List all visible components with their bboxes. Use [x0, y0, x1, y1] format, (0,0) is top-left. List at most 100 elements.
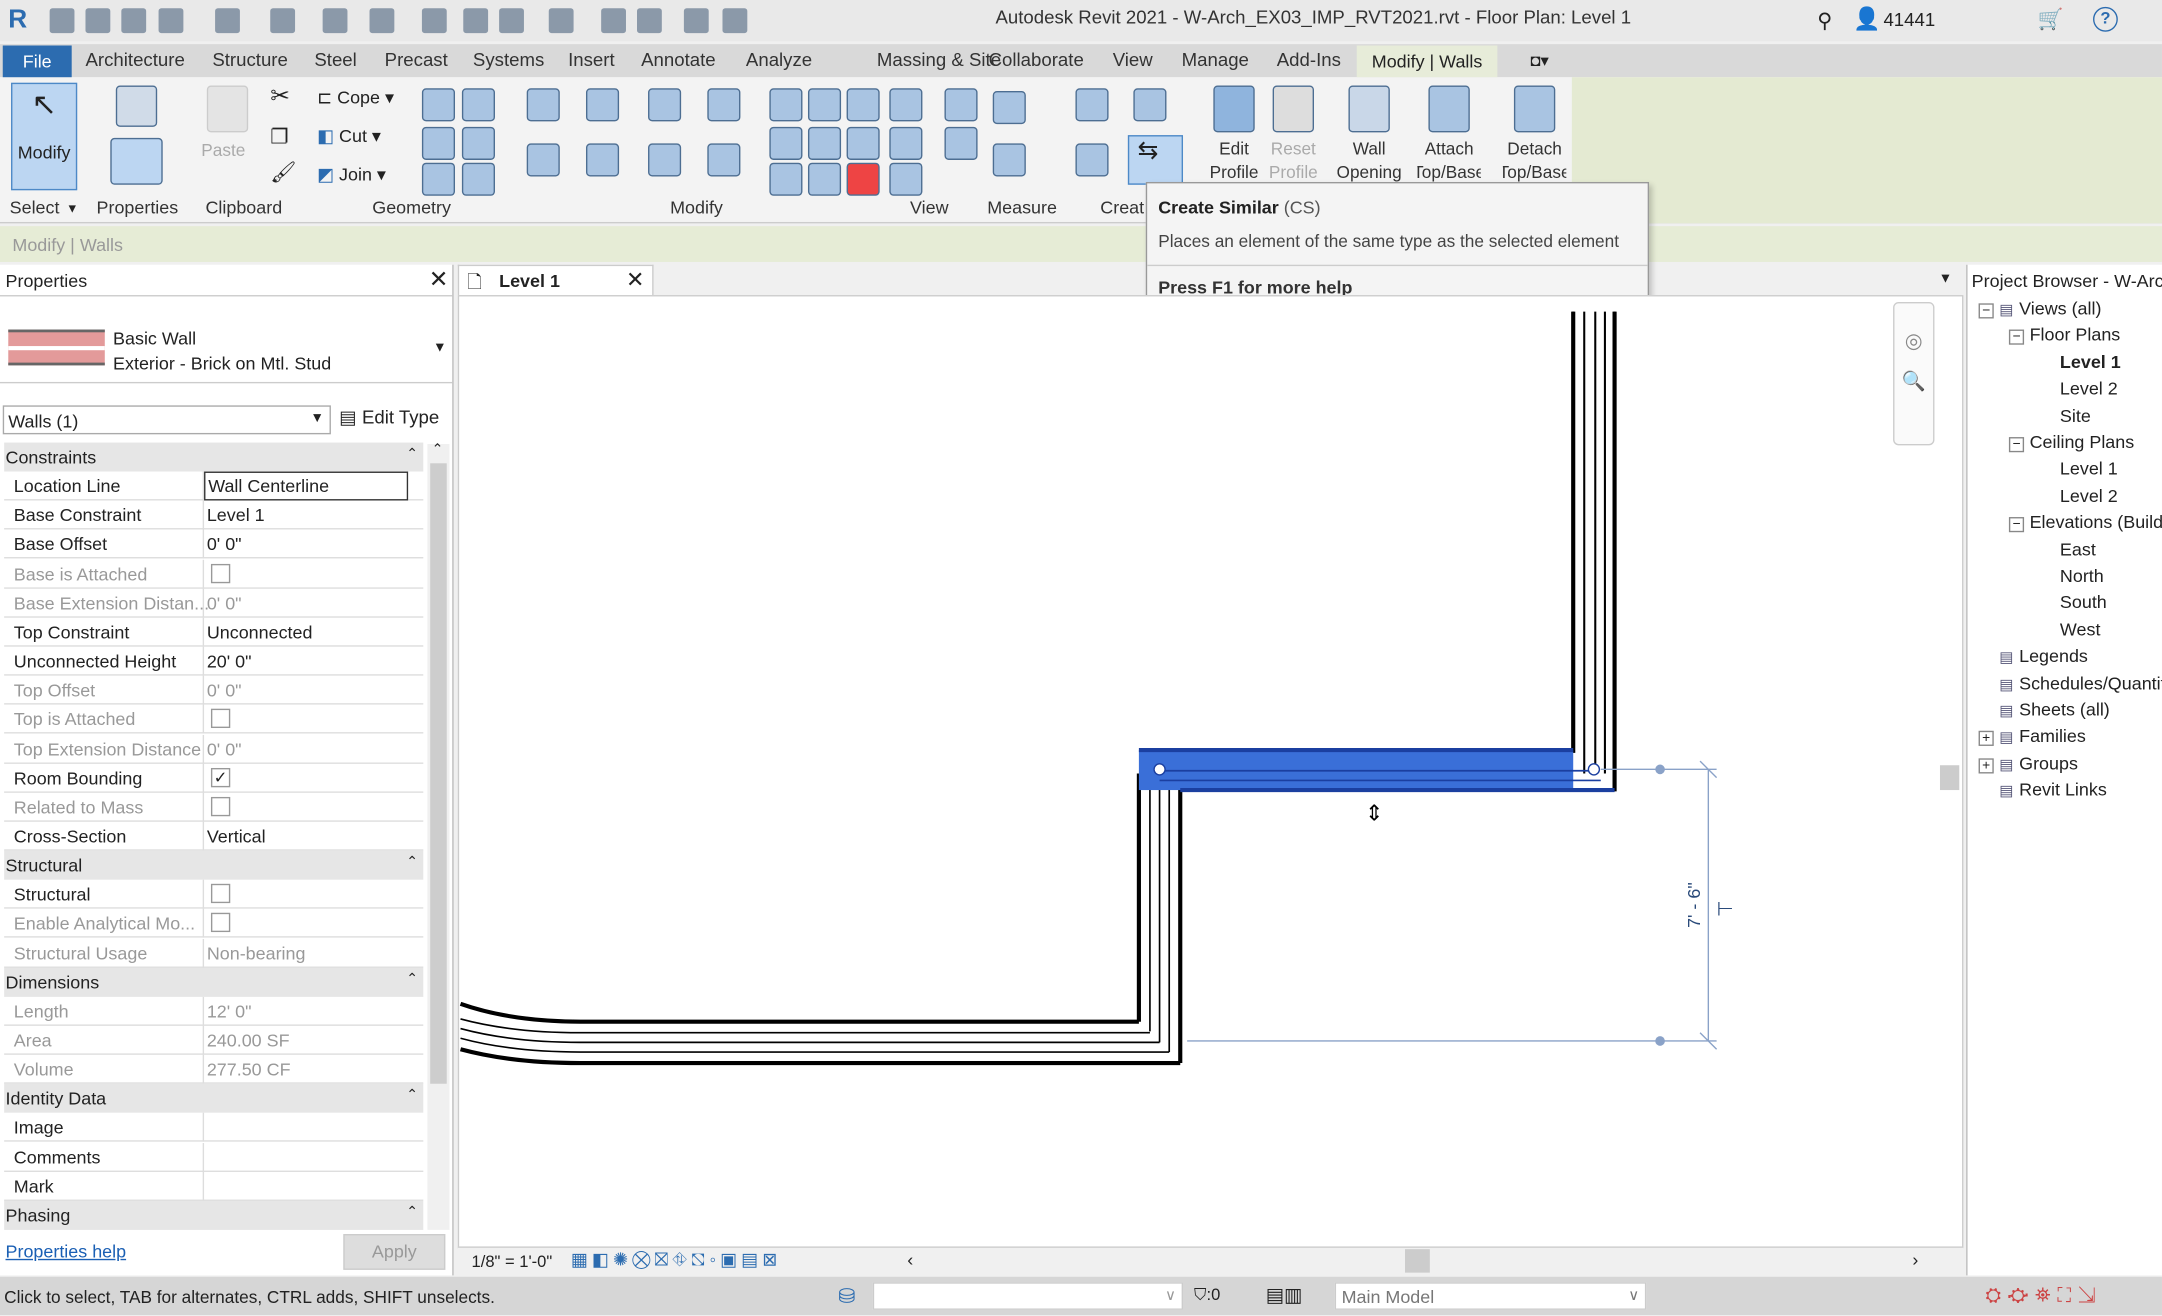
tool-icon[interactable]	[461, 126, 495, 160]
filter-count[interactable]: ⛉:0	[1194, 1285, 1220, 1306]
cut-button[interactable]: ◧ Cut ▾	[317, 125, 381, 147]
create-similar-button[interactable]: ⇆	[1127, 135, 1184, 185]
tool-icon[interactable]	[707, 143, 741, 177]
group-structural[interactable]: Structural ⌃	[4, 850, 424, 880]
group-identity-data[interactable]: Identity Data ⌃	[4, 1084, 424, 1114]
tool-icon[interactable]	[769, 126, 803, 160]
property-value[interactable]: 0' 0"	[207, 738, 242, 759]
design-option-dropdown[interactable]: Main Model ∨	[1334, 1282, 1647, 1310]
collapse-icon[interactable]: −	[2008, 517, 2025, 533]
collapse-icon[interactable]: −	[2008, 437, 2025, 453]
copy-icon[interactable]: ❐	[270, 124, 289, 148]
selection-options-icons[interactable]: ⛭⛮⛯⛶⇲	[1985, 1284, 2102, 1307]
steering-wheel-icon[interactable]: ◎	[1894, 328, 1933, 353]
instance-filter-dropdown[interactable]: Walls (1) ▼	[2, 405, 331, 435]
tool-icon[interactable]	[807, 162, 842, 196]
scale-selector[interactable]: 1/8" = 1'-0"	[472, 1252, 553, 1271]
property-value[interactable]: Wall Centerline	[204, 471, 409, 501]
quick-access-icon[interactable]	[637, 8, 662, 34]
tool-icon[interactable]	[846, 126, 880, 160]
property-value[interactable]: Vertical	[207, 826, 266, 847]
tree-node[interactable]: −Elevations (Building Elevation)	[2008, 512, 2162, 533]
close-icon[interactable]: ✕	[626, 266, 644, 294]
tool-icon[interactable]	[889, 88, 923, 122]
quick-access-icon[interactable]	[215, 8, 240, 34]
scroll-up-icon[interactable]: ⌃	[432, 443, 444, 458]
detach-top-base-button[interactable]: Detach Top/Base	[1503, 83, 1566, 188]
tool-icon[interactable]	[889, 126, 923, 160]
tab-analyze[interactable]: Analyze	[746, 50, 812, 71]
property-value[interactable]: 0' 0"	[207, 593, 242, 614]
modify-button[interactable]: ↖ Modify	[11, 82, 78, 191]
cope-button[interactable]: ⊏ Cope ▾	[317, 87, 394, 109]
property-row[interactable]: Top Extension Distance 0' 0"	[4, 734, 424, 764]
tool-icon[interactable]	[1133, 88, 1167, 122]
tool-icon[interactable]	[807, 88, 842, 122]
tab-view[interactable]: View	[1113, 50, 1153, 71]
collapse-icon[interactable]: ⌃	[406, 447, 418, 462]
horizontal-scrollbar-thumb[interactable]	[1404, 1249, 1430, 1273]
tree-node[interactable]: − Ceiling Plans	[2008, 432, 2134, 453]
paste-icon[interactable]	[206, 85, 249, 133]
select-dropdown-icon[interactable]: ▼	[66, 201, 78, 215]
reset-profile-button[interactable]: Reset Profile	[1262, 83, 1325, 188]
checkbox[interactable]: ✓	[210, 767, 231, 787]
user-id[interactable]: 41441	[1883, 10, 1935, 31]
property-value[interactable]: 277.50 CF	[207, 1059, 291, 1080]
vertical-scrollbar[interactable]	[1937, 302, 1962, 1248]
tool-icon[interactable]	[889, 162, 923, 196]
quick-access-icon[interactable]	[601, 8, 626, 34]
zoom-icon[interactable]: 🔍	[1894, 370, 1933, 393]
tree-node[interactable]: South	[2039, 592, 2107, 613]
floor-plan-canvas[interactable]: ⇕ 7' - 6" ⊢	[459, 296, 1965, 1250]
tool-icon[interactable]	[807, 126, 842, 160]
quick-access-icon[interactable]	[158, 8, 184, 34]
tree-node[interactable]: ▤ Revit Links	[1979, 779, 2107, 800]
tool-icon[interactable]	[992, 91, 1026, 125]
property-row[interactable]: Image	[4, 1113, 424, 1143]
tool-icon[interactable]	[648, 143, 682, 177]
tab-architecture[interactable]: Architecture	[85, 50, 184, 71]
tab-massing-site[interactable]: Massing & Site	[877, 50, 1001, 71]
group-dimensions[interactable]: Dimensions ⌃	[4, 967, 424, 997]
tool-icon[interactable]	[1075, 143, 1109, 177]
quick-access-icon[interactable]	[85, 8, 111, 34]
collapse-icon[interactable]: ⌃	[406, 1205, 418, 1220]
tree-node[interactable]: Level 2	[2039, 485, 2118, 506]
quick-access-icon[interactable]	[421, 8, 447, 34]
collapse-icon[interactable]: −	[1978, 303, 1994, 319]
tree-node[interactable]: Level 2	[2039, 378, 2118, 399]
collapse-icon[interactable]: ⌃	[406, 1088, 418, 1103]
scroll-right-icon[interactable]: ›	[1912, 1249, 1918, 1270]
property-row[interactable]: Location Line Wall Centerline	[4, 471, 424, 501]
tab-precast[interactable]: Precast	[385, 50, 448, 71]
editing-requests-icon[interactable]: ▤▥	[1266, 1284, 1302, 1307]
checkbox[interactable]	[210, 563, 231, 583]
tab-structure[interactable]: Structure	[212, 50, 288, 71]
group-constraints[interactable]: Constraints ⌃	[4, 442, 424, 472]
type-properties-icon[interactable]	[115, 85, 158, 127]
tab-level-1[interactable]: 🗋 Level 1 ✕	[457, 264, 654, 296]
collapse-icon[interactable]: ⌃	[406, 972, 418, 987]
scroll-left-icon[interactable]: ‹	[907, 1249, 913, 1270]
property-row[interactable]: Enable Analytical Mo...	[4, 909, 424, 939]
tool-icon[interactable]	[526, 88, 560, 122]
property-row[interactable]: Base Extension Distan... 0' 0"	[4, 588, 424, 618]
tree-node[interactable]: + ▤ Groups	[1978, 753, 2078, 774]
property-row[interactable]: Cross-Section Vertical	[4, 821, 424, 851]
drawing-area[interactable]: ⇕ 7' - 6" ⊢ ◎ 🔍	[457, 295, 1965, 1250]
property-row[interactable]: Top Offset 0' 0"	[4, 675, 424, 705]
property-row[interactable]: Base Constraint Level 1	[4, 500, 424, 530]
tab-file[interactable]: File	[2, 45, 72, 78]
tree-node[interactable]: Level 1	[2039, 458, 2118, 479]
property-value[interactable]: 0' 0"	[207, 534, 242, 555]
checkbox[interactable]	[210, 884, 231, 904]
tree-node[interactable]: Level 1	[2039, 351, 2121, 372]
property-value[interactable]: 12' 0"	[207, 1001, 252, 1022]
tool-icon[interactable]	[944, 126, 978, 160]
edit-type-button[interactable]: ▤ Edit Type	[339, 407, 439, 429]
tree-node[interactable]: ▤ Legends	[1979, 646, 2088, 667]
tool-icon[interactable]	[585, 143, 620, 177]
property-row[interactable]: Mark	[4, 1171, 424, 1201]
help-icon[interactable]: ?	[2093, 6, 2118, 32]
